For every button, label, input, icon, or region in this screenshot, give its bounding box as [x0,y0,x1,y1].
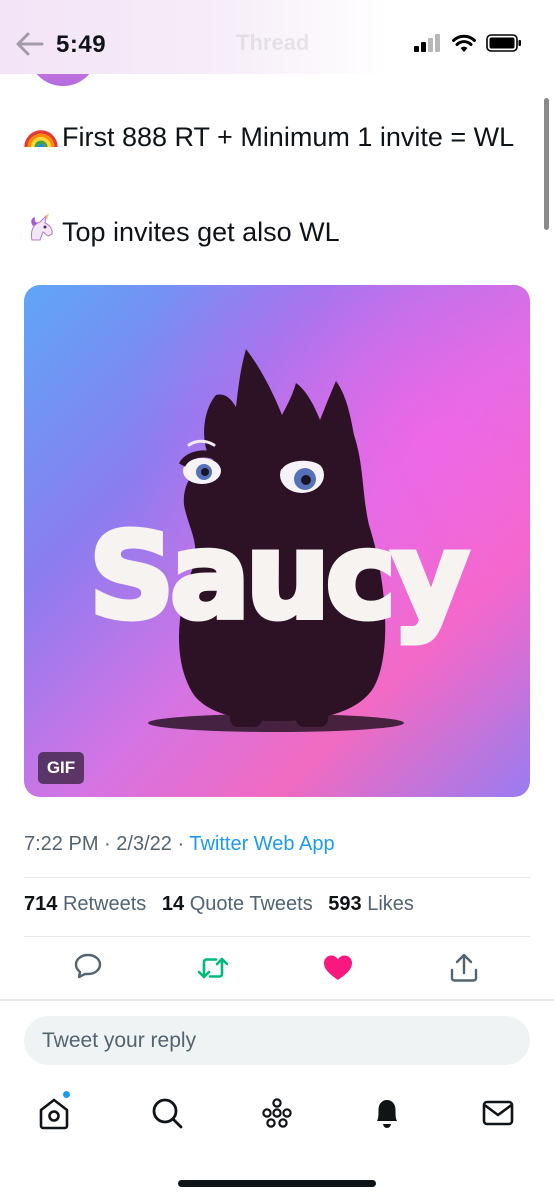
reply-input[interactable]: Tweet your reply [24,1016,530,1065]
retweets-label: Retweets [62,893,147,915]
messages-icon[interactable] [480,1095,516,1131]
retweet-icon[interactable] [196,951,230,985]
divider [24,936,530,937]
tweet-text: First 888 RT + Minimum 1 invite = WL [62,122,515,152]
cellular-signal-icon [414,34,440,52]
tweet-text: Top invites get also WL [62,217,340,247]
saucy-artwork: Saucy [24,285,530,797]
search-icon[interactable] [149,1095,185,1131]
home-indicator [178,1180,376,1187]
retweets-count: 714 [24,893,58,915]
tweet-stats: 714 Retweets 14 Quote Tweets 593 Likes [24,893,414,916]
like-icon[interactable] [321,951,355,985]
meta-separator: · [104,833,111,855]
home-icon[interactable] [36,1095,72,1131]
notification-dot [62,1090,71,1099]
saucy-wordmark: Saucy [89,507,467,645]
wifi-icon [452,34,476,52]
rainbow-icon [24,130,58,148]
likes-count: 593 [328,893,362,915]
nav-title: Thread [236,30,310,55]
divider [24,877,530,878]
scroll-indicator [544,98,549,230]
notifications-icon[interactable] [369,1095,405,1131]
meta-separator: · [177,833,185,855]
share-icon[interactable] [447,951,481,985]
tweet-date: 2/3/22 [116,833,172,855]
reply-placeholder: Tweet your reply [42,1029,197,1052]
battery-icon [486,34,521,52]
spaces-icon[interactable] [259,1095,295,1131]
quote-tweets-count: 14 [161,893,185,915]
tweet-text-line-2: Top invites get also WL [24,212,534,252]
reply-icon[interactable] [71,951,105,985]
tweet-meta: 7:22 PM · 2/3/22 · Twitter Web App [24,833,335,856]
retweets-stat[interactable]: 714 Retweets [24,893,146,915]
quote-tweets-label: Quote Tweets [189,893,313,915]
likes-label: Likes [367,893,414,915]
gif-badge: GIF [38,752,84,784]
status-time: 5:49 [56,31,107,58]
status-bar: Thread 5:49 [0,0,554,74]
back-arrow-icon[interactable] [14,30,44,58]
tweet-time: 7:22 PM [24,833,99,855]
tweet-media-gif[interactable]: Saucy GIF [24,285,530,797]
tweet-text-line-1: First 888 RT + Minimum 1 invite = WL [24,117,534,157]
unicorn-icon [30,213,53,241]
likes-stat[interactable]: 593 Likes [328,893,414,915]
quote-tweets-stat[interactable]: 14 Quote Tweets [162,893,313,915]
divider [0,999,554,1001]
tweet-source-link[interactable]: Twitter Web App [189,833,334,855]
